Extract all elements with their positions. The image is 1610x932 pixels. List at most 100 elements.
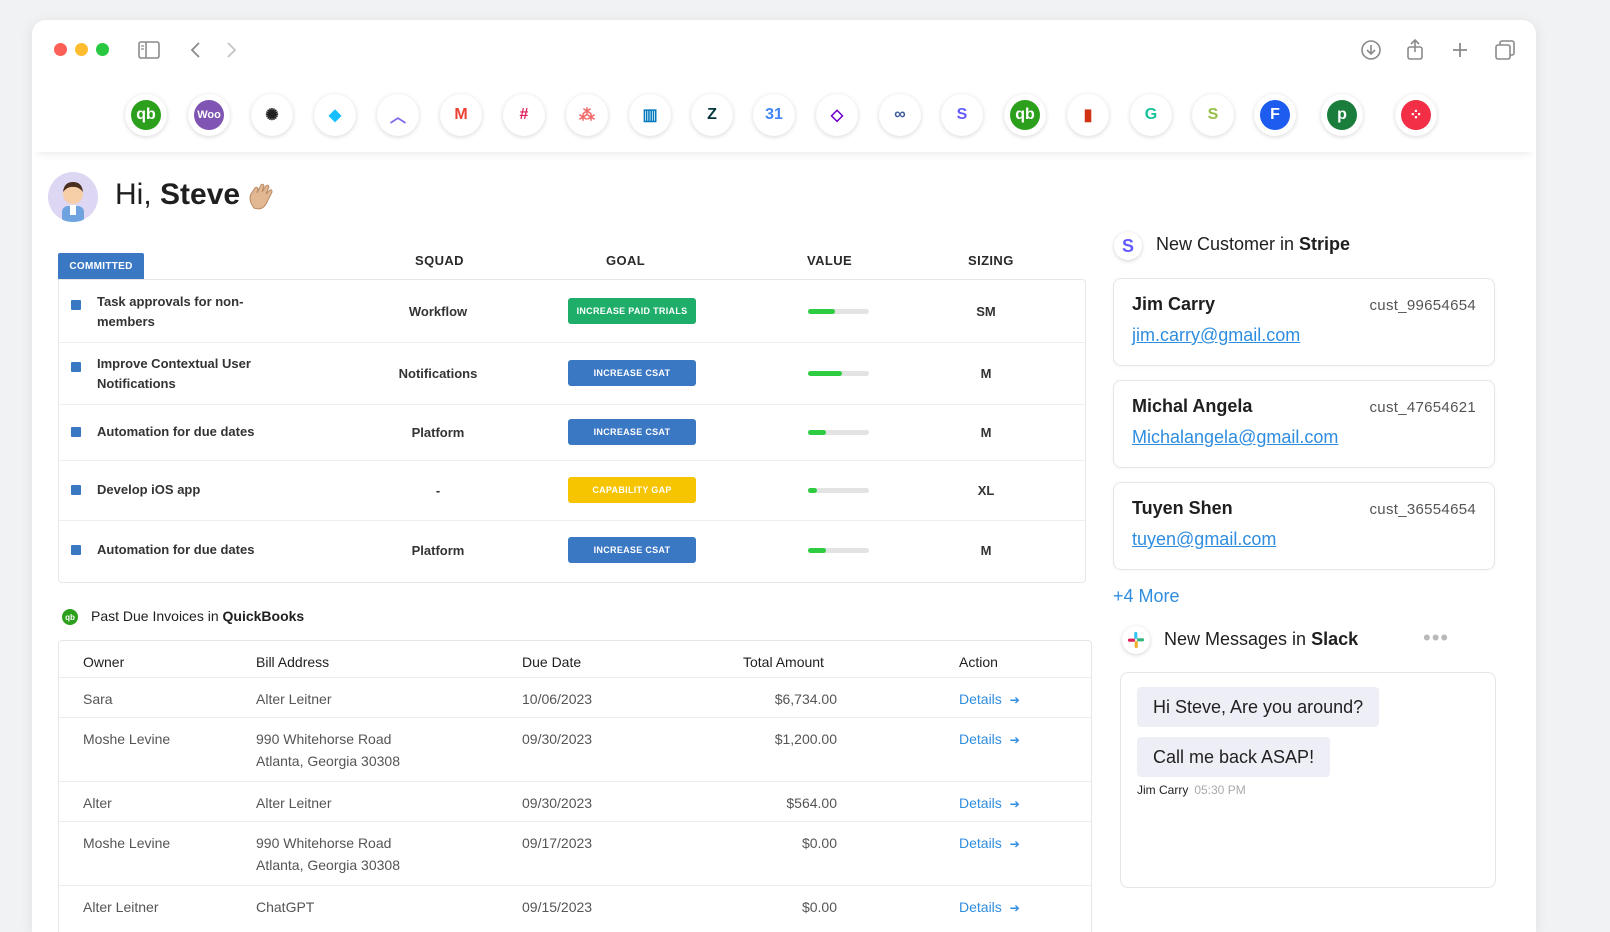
customer-name: Tuyen Shen — [1132, 498, 1233, 518]
squad-cell: Platform — [411, 543, 465, 558]
task-name: Task approvals for non-members — [97, 294, 244, 329]
woocommerce-icon: Woo — [194, 100, 224, 130]
twilio-app-icon[interactable]: ⁘ — [1395, 94, 1437, 136]
goal-badge[interactable]: INCREASE PAID TRIALS — [568, 298, 696, 324]
aws-s3-icon: ▮ — [1073, 100, 1103, 130]
row-bullet-icon — [71, 362, 81, 372]
greeting: Hi, Steve — [115, 178, 241, 211]
goal-badge[interactable]: CAPABILITY GAP — [568, 477, 696, 503]
quickbooks-2-icon: qb — [1010, 100, 1040, 130]
squad-cell: Platform — [411, 425, 465, 440]
pipedrive-icon: p — [1327, 100, 1357, 130]
grammarly-app-icon[interactable]: G — [1130, 94, 1172, 136]
goal-badge[interactable]: INCREASE CSAT — [568, 537, 696, 563]
table-row[interactable]: Improve Contextual User Notifications Not… — [59, 342, 1085, 405]
details-link[interactable]: Details ➔ — [959, 896, 1020, 919]
arrow-right-icon: ➔ — [1009, 901, 1020, 915]
gmail-app-icon[interactable]: M — [440, 94, 482, 136]
table-row[interactable]: Automation for due dates Platform INCREASE… — [59, 520, 1085, 580]
sidebar-toggle-icon[interactable] — [137, 38, 161, 62]
clickup-app-icon[interactable]: ︿ — [377, 94, 419, 136]
woocommerce-app-icon[interactable]: Woo — [188, 94, 230, 136]
row-bullet-icon — [71, 427, 81, 437]
slack-icon: # — [509, 100, 539, 130]
message-bubble: Hi Steve, Are you around? — [1137, 687, 1380, 727]
customer-id: cust_99654654 — [1369, 297, 1476, 314]
table-row[interactable]: Task approvals for non-members Workflow IN… — [59, 280, 1085, 343]
share-icon[interactable] — [1403, 38, 1427, 62]
goal-badge[interactable]: INCREASE CSAT — [568, 419, 696, 445]
quickbooks-2-app-icon[interactable]: qb — [1004, 94, 1046, 136]
tab-overview-icon[interactable] — [1493, 38, 1517, 62]
customer-email-link[interactable]: tuyen@gmail.com — [1132, 529, 1276, 550]
customer-card[interactable]: Michal Angela cust_47654621 Michalangela@g… — [1113, 380, 1495, 468]
forward-icon[interactable] — [219, 38, 243, 62]
details-link[interactable]: Details ➔ — [959, 832, 1020, 855]
owner-cell: Moshe Levine — [83, 731, 171, 747]
close-window-button[interactable] — [54, 43, 67, 56]
squad-cell: Workflow — [408, 304, 468, 319]
customer-email-link[interactable]: jim.carry@gmail.com — [1132, 325, 1300, 346]
customer-email-link[interactable]: Michalangela@gmail.com — [1132, 427, 1338, 448]
value-bar — [808, 430, 869, 435]
make-app-icon[interactable]: ◇ — [816, 94, 858, 136]
details-link[interactable]: Details ➔ — [959, 792, 1020, 815]
google-calendar-app-icon[interactable]: 31 — [753, 94, 795, 136]
new-tab-icon[interactable] — [1448, 38, 1472, 62]
zendesk-app-icon[interactable]: Z — [691, 94, 733, 136]
openai-icon: ✺ — [257, 100, 287, 130]
table-row[interactable]: Automation for due dates Platform INCREASE… — [59, 404, 1085, 461]
back-icon[interactable] — [184, 38, 208, 62]
stripe-app-icon[interactable]: S — [941, 94, 983, 136]
more-options-icon[interactable]: ••• — [1423, 625, 1449, 651]
bill-address-cell: 990 Whitehorse Road Atlanta, Georgia 303… — [256, 835, 400, 873]
owner-cell: Alter Leitner — [83, 899, 159, 915]
quickbooks-icon: qb — [131, 100, 161, 130]
action-header: Action — [959, 654, 998, 670]
details-link[interactable]: Details ➔ — [959, 728, 1020, 751]
trello-app-icon[interactable]: ▥ — [629, 94, 671, 136]
total-amount-cell: $1,200.00 — [774, 731, 837, 747]
total-amount-cell: $564.00 — [786, 795, 837, 811]
row-bullet-icon — [71, 485, 81, 495]
download-icon[interactable] — [1359, 38, 1383, 62]
more-customers-link[interactable]: +4 More — [1113, 586, 1180, 607]
quickbooks-app-icon[interactable]: qb — [125, 94, 167, 136]
committed-tag[interactable]: COMMITTED — [58, 253, 144, 279]
shopify-icon: S — [1198, 100, 1228, 130]
arrow-right-icon: ➔ — [1009, 693, 1020, 707]
bill-address-cell: ChatGPT — [256, 899, 315, 915]
avatar[interactable] — [48, 172, 98, 222]
customer-card[interactable]: Tuyen Shen cust_36554654 tuyen@gmail.com — [1113, 482, 1495, 570]
bill-address-cell: 990 Whitehorse Road Atlanta, Georgia 303… — [256, 731, 400, 769]
asana-app-icon[interactable]: ⁂ — [566, 94, 608, 136]
bitly-link-app-icon[interactable]: ∞ — [879, 94, 921, 136]
value-bar-fill — [808, 548, 827, 553]
customer-card[interactable]: Jim Carry cust_99654654 jim.carry@gmail.co… — [1113, 278, 1495, 366]
minimize-window-button[interactable] — [75, 43, 88, 56]
invoices-table: Owner Bill Address Due Date Total Amount… — [58, 640, 1092, 932]
goal-badge[interactable]: INCREASE CSAT — [568, 360, 696, 386]
squad-cell: Notifications — [398, 366, 478, 381]
maximize-window-button[interactable] — [96, 43, 109, 56]
freshdesk-app-icon[interactable]: F — [1254, 94, 1296, 136]
total-amount-cell: $0.00 — [801, 835, 837, 851]
pipedrive-app-icon[interactable]: p — [1321, 94, 1363, 136]
customer-name: Jim Carry — [1132, 294, 1216, 314]
airtable-app-icon[interactable]: ◆ — [314, 94, 356, 136]
shopify-app-icon[interactable]: S — [1192, 94, 1234, 136]
owner-cell: Alter — [83, 795, 112, 811]
value-bar-fill — [808, 488, 818, 493]
aws-s3-app-icon[interactable]: ▮ — [1067, 94, 1109, 136]
arrow-right-icon: ➔ — [1009, 797, 1020, 811]
make-icon: ◇ — [822, 100, 852, 130]
openai-app-icon[interactable]: ✺ — [251, 94, 293, 136]
table-row: Moshe Levine 990 Whitehorse Road Atlanta,… — [59, 821, 1091, 886]
stripe-icon: S — [947, 100, 977, 130]
clickup-icon: ︿ — [383, 100, 413, 130]
details-link[interactable]: Details ➔ — [959, 688, 1020, 711]
user-avatar-icon — [62, 182, 84, 222]
slack-app-icon[interactable]: # — [503, 94, 545, 136]
dashboard: Hi, Steve COMMITTED SQUAD GOAL VALUE SIZ… — [32, 152, 1536, 932]
table-row[interactable]: Develop iOS app - CAPABILITY GAP XL — [59, 460, 1085, 521]
